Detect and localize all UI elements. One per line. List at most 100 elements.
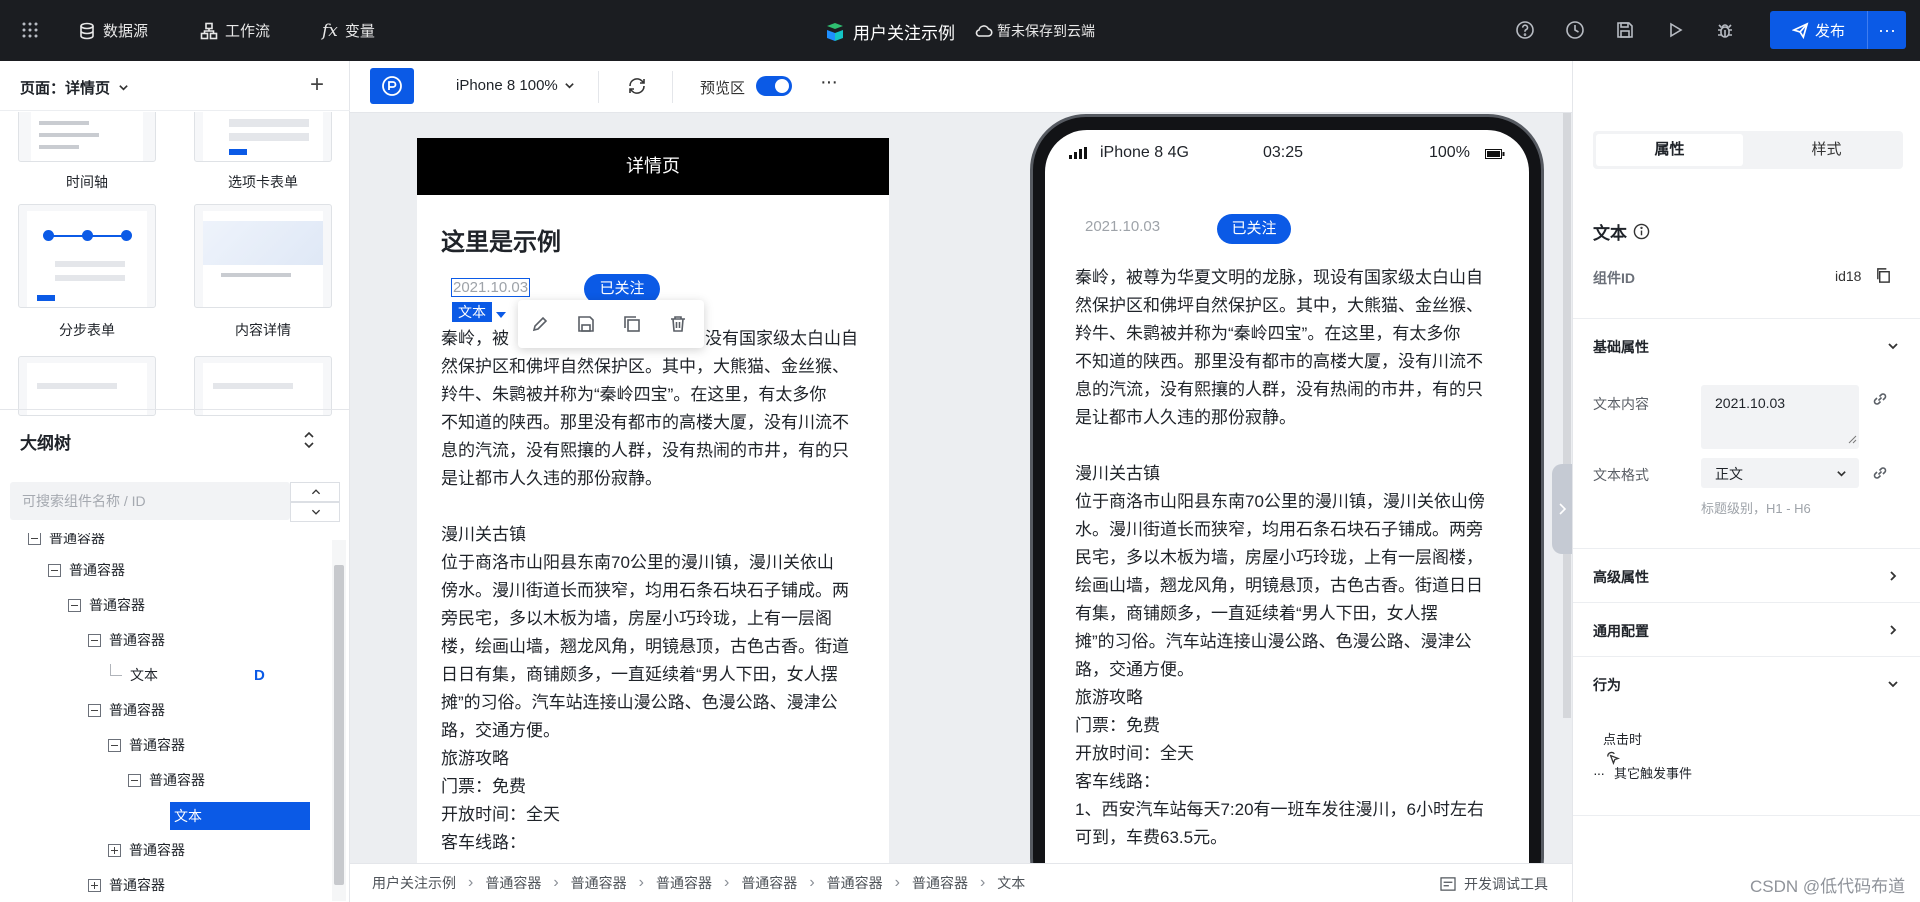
component-search-input[interactable]: 可搜索组件名称 / ID bbox=[10, 482, 290, 520]
template-card-content-detail[interactable] bbox=[194, 204, 332, 308]
tab-style[interactable]: 样式 bbox=[1753, 134, 1900, 166]
datasource-badge: D bbox=[254, 667, 265, 684]
basic-props-section[interactable]: 基础属性 bbox=[1573, 318, 1920, 372]
outline-scrollbar[interactable] bbox=[332, 540, 346, 901]
tree-node[interactable]: 普通容器 bbox=[68, 590, 145, 620]
add-page-button[interactable]: + bbox=[310, 71, 324, 99]
dev-tools-button[interactable]: 开发调试工具 bbox=[1440, 864, 1548, 902]
breadcrumb-item[interactable]: 普通容器 bbox=[571, 873, 627, 893]
play-icon[interactable] bbox=[1665, 20, 1685, 40]
resize-handle-icon[interactable] bbox=[1847, 434, 1857, 444]
other-events[interactable]: ··· 其它触发事件 bbox=[1593, 763, 1692, 782]
info-icon[interactable] bbox=[1633, 223, 1650, 240]
collapse-icon[interactable] bbox=[88, 633, 101, 647]
device-selector[interactable]: iPhone 8 100% bbox=[456, 77, 575, 94]
top-bar: 数据源 工作流 fx 变量 用户关注示例 暂未保存到云端 发布 ··· bbox=[0, 0, 1920, 61]
text-format-select[interactable]: 正文 bbox=[1701, 458, 1859, 488]
behavior-section: 行为 点击时 ··· 其它触发事件 bbox=[1573, 656, 1920, 816]
copy-icon[interactable] bbox=[622, 314, 642, 334]
canvas-scrollbar[interactable] bbox=[1563, 113, 1571, 718]
page-selector[interactable]: 页面：详情页 bbox=[20, 77, 129, 98]
refresh-icon[interactable] bbox=[626, 75, 648, 97]
breadcrumb-separator-icon: › bbox=[979, 874, 986, 891]
general-config-section[interactable]: 通用配置 bbox=[1573, 602, 1920, 656]
breadcrumb-item[interactable]: 普通容器 bbox=[827, 873, 883, 893]
advanced-props-section[interactable]: 高级属性 bbox=[1573, 548, 1920, 602]
brand-mode-button[interactable] bbox=[370, 68, 414, 104]
search-next-button[interactable] bbox=[290, 502, 340, 522]
tab-properties[interactable]: 属性 bbox=[1596, 134, 1743, 166]
template-card-form[interactable] bbox=[194, 356, 332, 416]
template-card-step-form[interactable] bbox=[18, 204, 156, 308]
workflow-button[interactable]: 工作流 bbox=[200, 20, 270, 41]
save-icon[interactable] bbox=[576, 314, 596, 334]
collapse-icon[interactable] bbox=[88, 703, 101, 717]
chevron-down-icon[interactable] bbox=[1887, 678, 1899, 690]
debug-icon[interactable] bbox=[1715, 20, 1735, 40]
selection-type-tag[interactable]: 文本 bbox=[452, 302, 492, 322]
tree-node-text-selected[interactable]: 文本 bbox=[170, 802, 310, 830]
tree-node[interactable]: 普通容器 bbox=[108, 835, 185, 865]
tree-node[interactable]: 普通容器 bbox=[128, 765, 205, 795]
expand-icon[interactable] bbox=[108, 843, 121, 857]
history-icon[interactable] bbox=[1565, 20, 1585, 40]
apps-grid-icon[interactable] bbox=[20, 20, 40, 40]
datasource-button[interactable]: 数据源 bbox=[78, 20, 148, 41]
chevron-down-icon bbox=[1837, 471, 1846, 477]
outline-scrollbar-thumb[interactable] bbox=[334, 565, 344, 885]
example-title[interactable]: 这里是示例 bbox=[441, 222, 561, 257]
expand-icon[interactable] bbox=[88, 878, 101, 892]
breadcrumb-item[interactable]: 普通容器 bbox=[485, 873, 541, 893]
right-panel-collapse-handle[interactable] bbox=[1552, 464, 1572, 554]
tree-node[interactable]: 普通容器 bbox=[88, 625, 165, 655]
bind-variable-icon[interactable] bbox=[1871, 390, 1889, 408]
toolbar-more-button[interactable]: ··· bbox=[820, 71, 838, 94]
date-text-selected[interactable]: 2021.10.03 bbox=[451, 278, 531, 297]
help-icon[interactable] bbox=[1515, 20, 1535, 40]
delete-icon[interactable] bbox=[668, 314, 688, 334]
collapse-icon[interactable] bbox=[48, 563, 61, 577]
editor-page-frame[interactable]: 详情页 这里是示例 2021.10.03 已关注 秦岭，被 然保护区和佛坪自然保… bbox=[417, 138, 889, 863]
chevron-down-icon bbox=[1888, 343, 1898, 350]
tree-node[interactable]: 普通容器 bbox=[108, 730, 185, 760]
variables-button[interactable]: fx 变量 bbox=[322, 20, 375, 41]
bind-variable-icon[interactable] bbox=[1871, 464, 1889, 482]
template-gallery: 时间轴 选项卡表单 分步表单 内容详情 bbox=[0, 112, 350, 467]
collapse-icon[interactable] bbox=[128, 773, 141, 787]
breadcrumb-item[interactable]: 普通容器 bbox=[741, 873, 797, 893]
edit-icon[interactable] bbox=[530, 314, 550, 334]
workflow-label: 工作流 bbox=[225, 23, 271, 40]
save-icon[interactable] bbox=[1615, 20, 1635, 40]
template-card-tab-form[interactable] bbox=[194, 112, 332, 162]
template-card-timeline[interactable] bbox=[18, 112, 156, 162]
caret-down-icon[interactable] bbox=[494, 308, 508, 322]
tree-node-text[interactable]: 文本 bbox=[110, 660, 158, 690]
behavior-title[interactable]: 行为 bbox=[1593, 675, 1621, 695]
expand-collapse-icon[interactable] bbox=[302, 431, 316, 449]
template-label-step-form: 分步表单 bbox=[59, 322, 115, 338]
manchuan-paragraph[interactable]: 漫川关古镇 位于商洛市山阳县东南70公里的漫川镇，漫川关依山 傍水。漫川街道长而… bbox=[441, 521, 849, 857]
template-card-list[interactable] bbox=[18, 356, 156, 416]
breadcrumb-item[interactable]: 普通容器 bbox=[912, 873, 968, 893]
copy-icon[interactable] bbox=[1875, 267, 1892, 284]
battery-icon bbox=[1485, 149, 1505, 159]
preview-toggle[interactable] bbox=[756, 76, 792, 96]
outline-tree: 普通容器 普通容器 普通容器 普通容器 文本 D 普通容器 普通容器 普通容器 … bbox=[0, 533, 332, 902]
collapse-icon[interactable] bbox=[108, 738, 121, 752]
tree-node[interactable]: 普通容器 bbox=[28, 533, 105, 553]
publish-more-button[interactable]: ··· bbox=[1868, 15, 1906, 45]
collapse-icon[interactable] bbox=[68, 598, 81, 612]
breadcrumb-item[interactable]: 用户关注示例 bbox=[372, 873, 456, 893]
search-prev-button[interactable] bbox=[290, 482, 340, 502]
collapse-icon[interactable] bbox=[28, 533, 41, 545]
breadcrumb-item[interactable]: 普通容器 bbox=[656, 873, 712, 893]
phone-preview-screen[interactable]: iPhone 8 4G 03:25 100% 2021.10.03 已关注 秦岭… bbox=[1045, 130, 1529, 902]
publish-button[interactable]: 发布 ··· bbox=[1770, 11, 1906, 49]
tree-node[interactable]: 普通容器 bbox=[88, 870, 165, 900]
tree-node[interactable]: 普通容器 bbox=[88, 695, 165, 725]
phone-follow-button[interactable]: 已关注 bbox=[1217, 214, 1291, 244]
tree-node[interactable]: 普通容器 bbox=[48, 555, 125, 585]
text-content-input[interactable]: 2021.10.03 bbox=[1701, 385, 1859, 449]
breadcrumb-item-current[interactable]: 文本 bbox=[997, 873, 1025, 893]
on-click-event[interactable]: 点击时 bbox=[1593, 729, 1642, 765]
